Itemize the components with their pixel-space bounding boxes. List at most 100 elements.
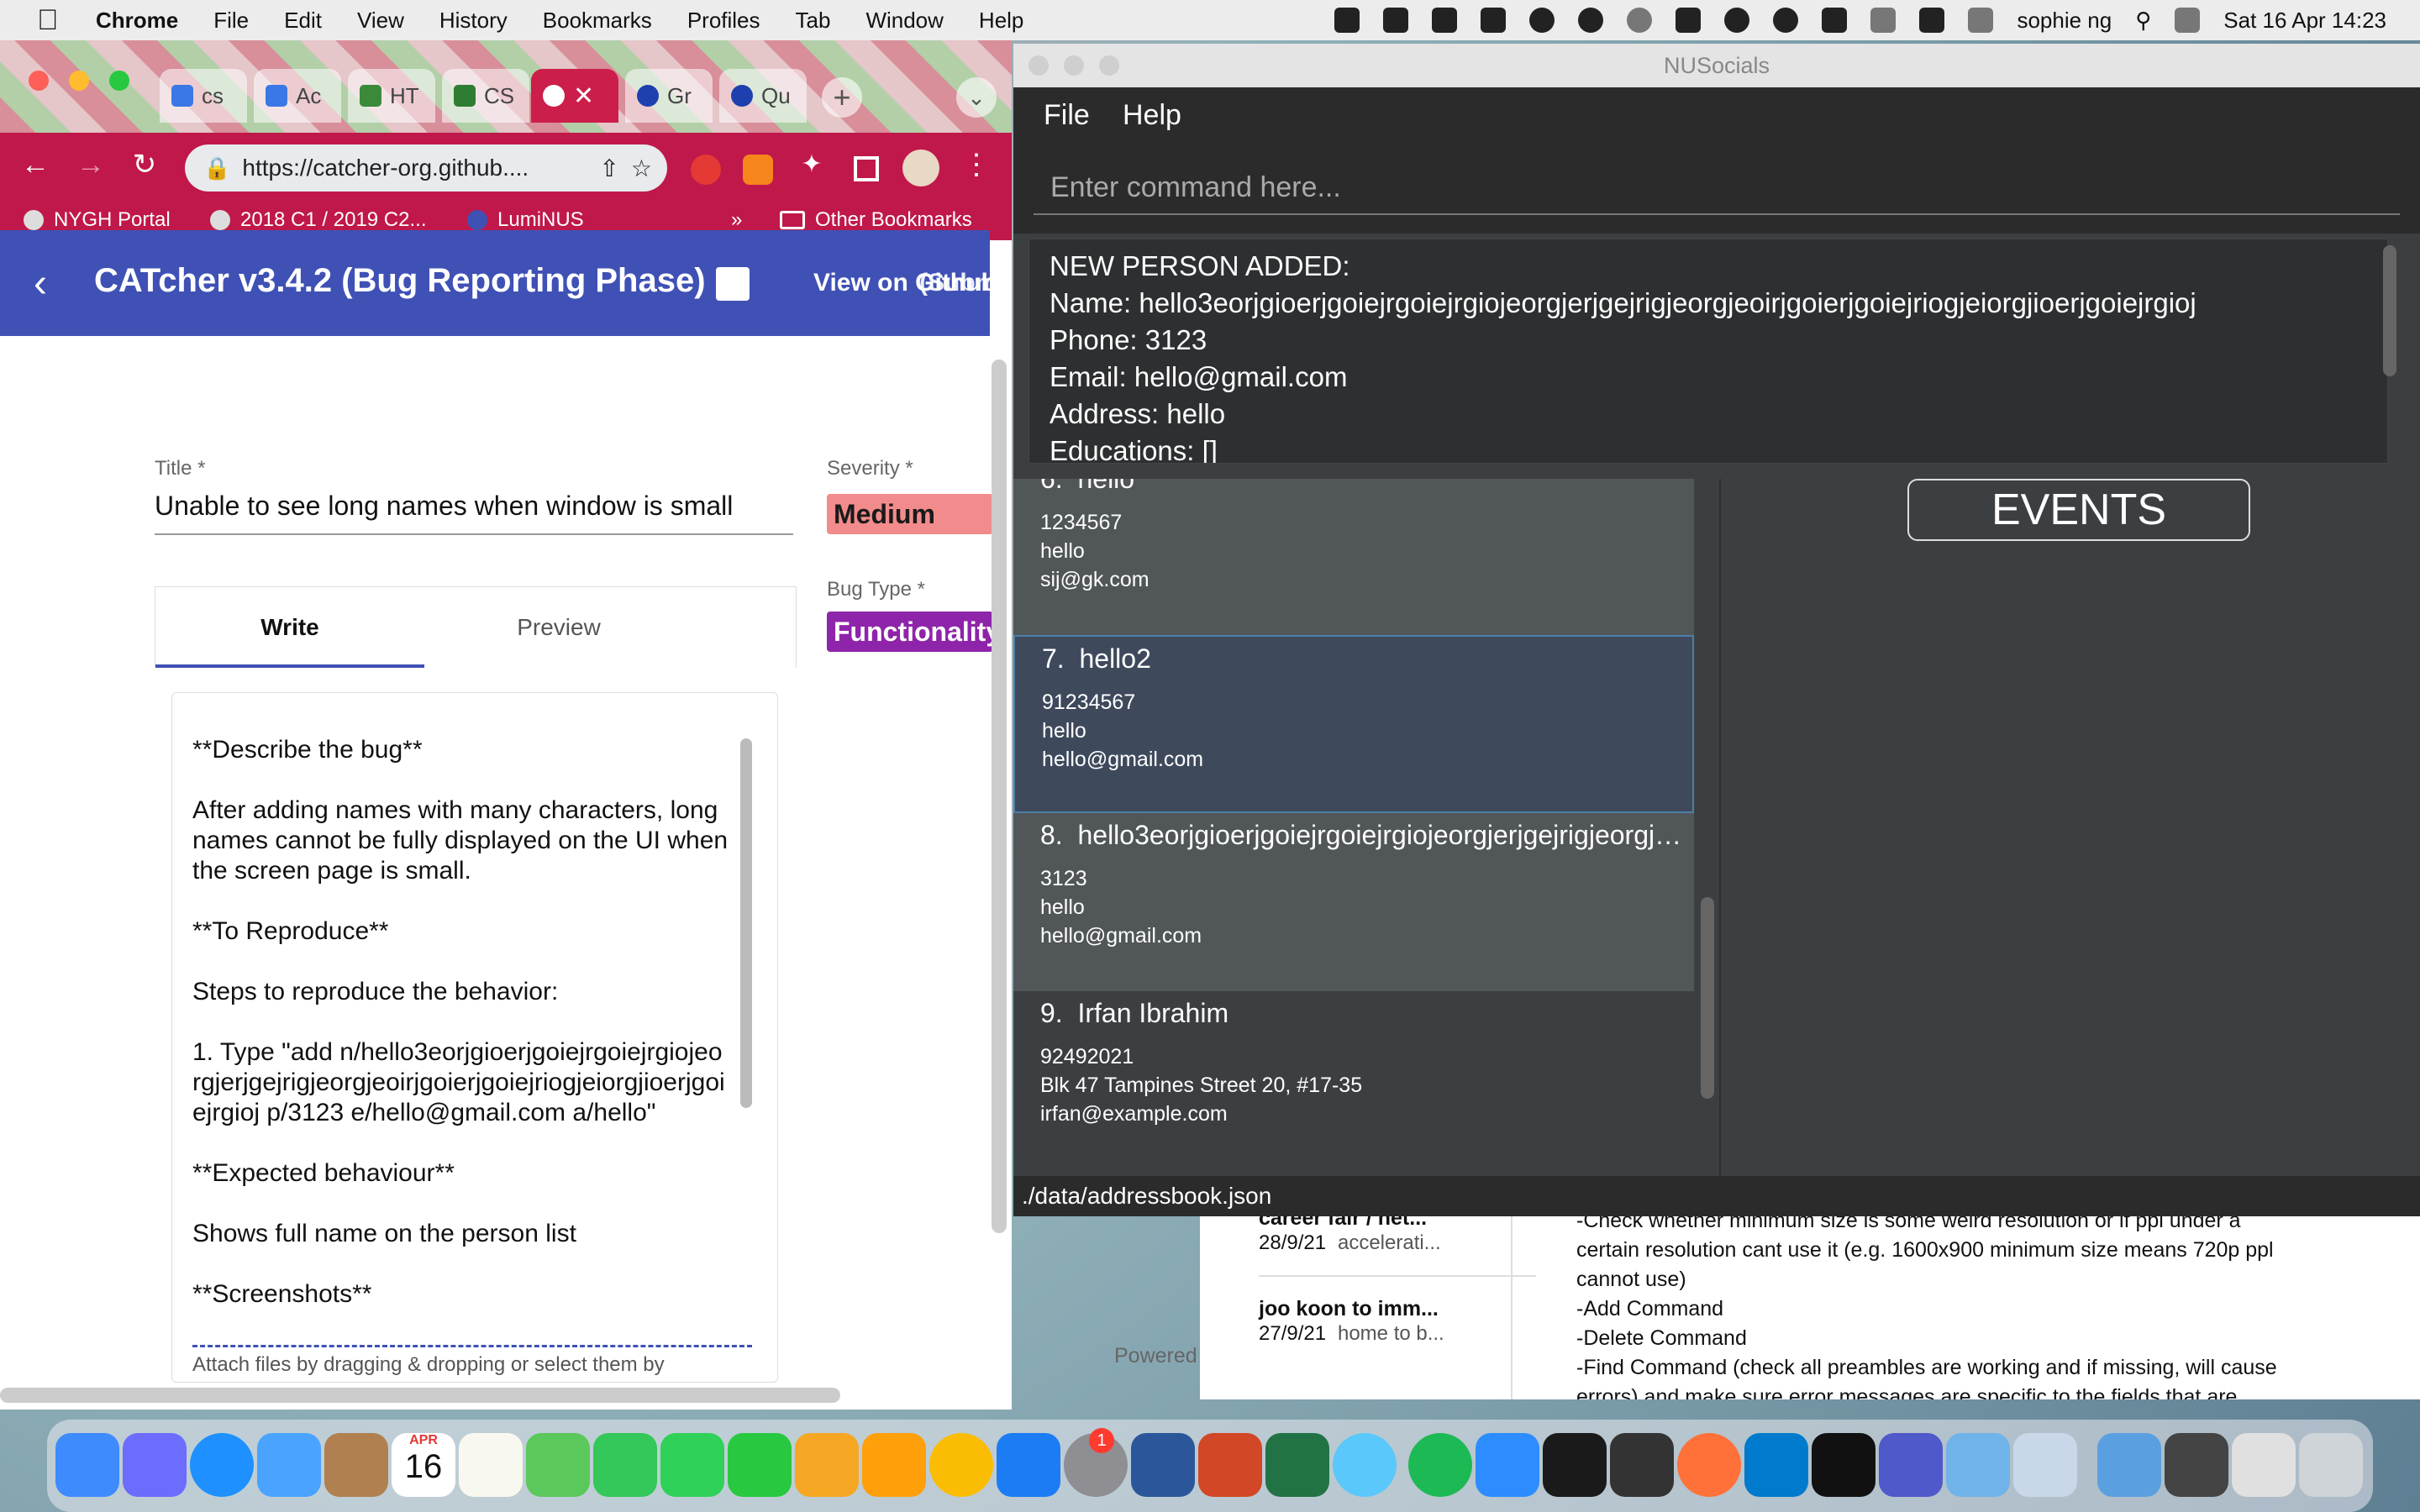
input-source-icon[interactable]	[1822, 8, 1848, 33]
address-bar[interactable]: 🔒 https://catcher-org.github.... ⇧ ☆	[185, 144, 667, 192]
tab-write[interactable]: Write	[155, 587, 424, 668]
tab-w3[interactable]: HT	[348, 69, 435, 123]
folder-dock-icon[interactable]	[1946, 1433, 2010, 1497]
numbers-icon[interactable]	[593, 1433, 657, 1497]
person-card[interactable]: 8. hello3eorjgioerjgoiejrgoiejrgiojeorgj…	[1013, 813, 1696, 991]
menu-profiles[interactable]: Profiles	[687, 8, 760, 34]
apple-icon[interactable]: 	[37, 6, 62, 34]
word-icon[interactable]	[1131, 1433, 1195, 1497]
profile-avatar[interactable]	[902, 150, 939, 186]
contacts-icon[interactable]	[324, 1433, 388, 1497]
tab-close-icon[interactable]: ✕	[573, 81, 594, 111]
severity-select[interactable]: Medium	[827, 494, 993, 534]
metamask-icon[interactable]	[743, 155, 773, 185]
spotlight-search-icon[interactable]: ⚲	[2135, 8, 2151, 34]
back-arrow-icon[interactable]: ←	[17, 146, 54, 183]
facetime-icon[interactable]	[728, 1433, 792, 1497]
terminal-icon[interactable]	[1812, 1433, 1876, 1497]
document-icon[interactable]	[716, 267, 750, 301]
safari-icon[interactable]	[190, 1433, 254, 1497]
person-card[interactable]: 6. hello 1234567 hello sij@gk.com	[1013, 479, 1694, 635]
tab-docs-2[interactable]: Ac	[254, 69, 341, 123]
share-icon[interactable]: ⇧	[599, 155, 618, 182]
result-scrollbar[interactable]	[2383, 245, 2396, 376]
nus-close-button[interactable]	[1028, 55, 1049, 76]
nus-menu-file[interactable]: File	[1044, 99, 1090, 132]
bluetooth-icon[interactable]	[1870, 8, 1897, 33]
nus-minimize-button[interactable]	[1064, 55, 1084, 76]
tab-docs-1[interactable]: cs	[160, 69, 247, 123]
spotify-icon[interactable]	[1408, 1433, 1472, 1497]
pages-icon[interactable]	[862, 1433, 926, 1497]
minimize-window-button[interactable]	[69, 71, 89, 91]
person-list[interactable]: 6. hello 1234567 hello sij@gk.com 7. hel…	[1013, 479, 1696, 1216]
recent-window-icon[interactable]	[2165, 1433, 2228, 1497]
app-status-icon[interactable]	[1481, 8, 1507, 33]
calendar-icon[interactable]: APR 16	[392, 1433, 455, 1497]
bookmark-star-icon[interactable]: ☆	[631, 155, 652, 182]
quicktime-icon[interactable]	[1333, 1433, 1397, 1497]
zoom-icon[interactable]	[1383, 8, 1409, 33]
person-card[interactable]: 9. Irfan Ibrahim 92492021 Blk 47 Tampine…	[1013, 991, 1694, 1169]
new-tab-button[interactable]: +	[822, 77, 862, 118]
menu-history[interactable]: History	[439, 8, 508, 34]
control-center-icon[interactable]	[2175, 8, 2201, 33]
title-input[interactable]: Unable to see long names when window is …	[155, 491, 793, 535]
tab-gr[interactable]: Gr	[625, 69, 713, 123]
menu-file[interactable]: File	[213, 8, 249, 34]
creative-cloud-icon[interactable]	[1578, 8, 1604, 33]
tab-qu[interactable]: Qu	[719, 69, 807, 123]
person-card-selected[interactable]: 7. hello2 91234567 hello hello@gmail.com	[1013, 635, 1694, 813]
play-icon[interactable]	[1773, 8, 1799, 33]
excel-icon[interactable]	[1265, 1433, 1329, 1497]
person-list-scrollbar[interactable]	[1701, 897, 1714, 1099]
menu-help[interactable]: Help	[979, 8, 1023, 34]
note-body[interactable]: -Check whether minimum size is some weir…	[1576, 1206, 2383, 1399]
result-display[interactable]: NEW PERSON ADDED: Name: hello3eorjgioerj…	[1028, 239, 2388, 464]
command-input[interactable]: Enter command here...	[1034, 160, 2400, 215]
downloads-folder-icon[interactable]	[2097, 1433, 2161, 1497]
attach-files-hint[interactable]: Attach files by dragging & dropping or s…	[192, 1353, 665, 1377]
close-window-button[interactable]	[29, 71, 49, 91]
display-icon[interactable]	[1610, 1433, 1674, 1497]
vscode-icon[interactable]	[1744, 1433, 1808, 1497]
webex-icon[interactable]	[1676, 8, 1702, 33]
mail-icon[interactable]	[257, 1433, 321, 1497]
menu-bookmarks[interactable]: Bookmarks	[543, 8, 652, 34]
menu-app-name[interactable]: Chrome	[96, 8, 178, 34]
back-chevron-icon[interactable]: ‹	[34, 260, 47, 307]
grammarly-icon[interactable]	[1529, 8, 1555, 33]
menu-view[interactable]: View	[357, 8, 404, 34]
trash-icon[interactable]	[2299, 1433, 2363, 1497]
zoom-window-button[interactable]	[109, 71, 129, 91]
night-shift-icon[interactable]	[1724, 8, 1750, 33]
clock[interactable]: Sat 16 Apr 14:23	[2223, 8, 2386, 34]
tab-search-chevron-icon[interactable]: ⌄	[956, 77, 997, 118]
teams-icon[interactable]	[1879, 1433, 1943, 1497]
recent-window-icon-2[interactable]	[2232, 1433, 2296, 1497]
app-store-icon[interactable]	[997, 1433, 1060, 1497]
editor-scrollbar[interactable]	[740, 738, 752, 1108]
tab-preview[interactable]: Preview	[424, 587, 693, 668]
nus-zoom-button[interactable]	[1099, 55, 1119, 76]
firefox-icon[interactable]	[1677, 1433, 1741, 1497]
loader-icon[interactable]	[1627, 8, 1653, 33]
notes-app-icon[interactable]	[459, 1433, 523, 1497]
menu-window[interactable]: Window	[865, 8, 943, 34]
battery-icon[interactable]	[1919, 8, 1945, 33]
messages-icon[interactable]	[660, 1433, 724, 1497]
dropbox-icon[interactable]	[1334, 8, 1360, 33]
description-editor[interactable]: **Describe the bug** After adding names …	[171, 692, 778, 1383]
photos-icon[interactable]	[795, 1433, 859, 1497]
extensions-puzzle-icon[interactable]: ✦	[793, 146, 830, 183]
description-text[interactable]: **Describe the bug** After adding names …	[192, 735, 730, 1310]
user-name[interactable]: sophie ng	[2017, 8, 2112, 34]
webex-app-icon[interactable]	[1543, 1433, 1607, 1497]
powerpoint-icon[interactable]	[1198, 1433, 1262, 1497]
tab-cs[interactable]: CS	[442, 69, 529, 123]
maps-icon[interactable]	[526, 1433, 590, 1497]
more-menu-icon[interactable]: ⋮	[958, 146, 995, 183]
page-vertical-scrollbar[interactable]	[992, 360, 1007, 1233]
wifi-icon[interactable]	[1968, 8, 1994, 33]
tab-catcher-active[interactable]: ✕	[531, 69, 618, 123]
